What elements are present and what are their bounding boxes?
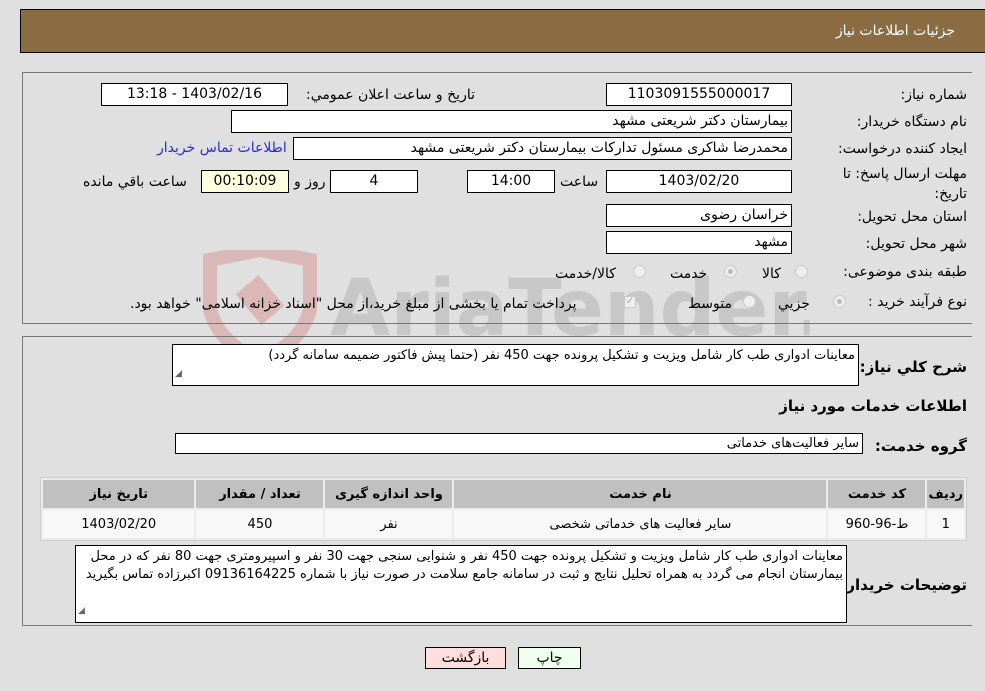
description-textarea[interactable]: معاینات ادواری طب کار شامل ویزیت و تشکیل… (172, 344, 859, 386)
page-header: جزئیات اطلاعات نیاز (20, 9, 985, 53)
city-field: مشهد (606, 231, 792, 254)
deadline-time-field: 14:00 (467, 170, 555, 193)
requester-field: محمدرضا شاکری مسئول تدارکات بیمارستان دک… (293, 137, 792, 160)
buyer-notes-textarea[interactable]: معاینات ادواری طب کار شامل ویزیت و تشکیل… (75, 545, 847, 623)
service-group-label: گروه خدمت: (874, 437, 967, 455)
cell-row-number: 1 (927, 510, 964, 538)
purchase-type-radio-medium[interactable] (743, 295, 756, 308)
category-radio-goods[interactable] (795, 265, 808, 278)
category-option-service: خدمت (670, 266, 708, 282)
deadline-label: مهلت ارسال پاسخ: تا تاریخ: (842, 166, 967, 202)
cell-service-name: سایر فعالیت های خدماتی شخصی (454, 510, 827, 538)
treasury-note: پرداخت تمام یا بخشی از مبلغ خرید،از محل … (130, 296, 577, 312)
cell-service-code: ط-96-960 (828, 510, 926, 538)
description-label: شرح کلي نیاز: (859, 358, 967, 376)
buyer-contact-link[interactable]: اطلاعات تماس خریدار (157, 140, 287, 156)
cell-quantity: 450 (196, 510, 324, 538)
table-header-row: ردیف کد خدمت نام خدمت واحد اندازه گیری ت… (43, 480, 964, 508)
category-label: طبقه بندی موضوعی: (843, 264, 967, 280)
resize-grip-icon[interactable]: ◢ (78, 602, 85, 620)
col-header-row-number: ردیف (927, 480, 964, 508)
need-number-field: 1103091555000017 (606, 83, 792, 106)
buyer-notes-text: معاینات ادواری طب کار شامل ویزیت و تشکیل… (85, 549, 843, 582)
requester-label: ایجاد کننده درخواست: (838, 141, 967, 157)
col-header-quantity: تعداد / مقدار (196, 480, 324, 508)
back-button[interactable]: بازگشت (425, 647, 506, 669)
province-field: خراسان رضوی (606, 204, 792, 227)
time-remaining-field: 00:10:09 (201, 170, 289, 193)
deadline-date-field: 1403/02/20 (606, 170, 792, 193)
purchase-type-option-minor: جزیي (778, 296, 810, 312)
deadline-time-label: ساعت (560, 174, 599, 190)
description-text: معاینات ادواری طب کار شامل ویزیت و تشکیل… (268, 348, 855, 363)
cell-need-date: 1403/02/20 (43, 510, 195, 538)
purchase-type-radio-minor[interactable] (833, 295, 846, 308)
province-label: استان محل تحویل: (857, 209, 967, 225)
category-option-goods: کالا (762, 266, 781, 282)
announce-datetime-field: 1403/02/16 - 13:18 (101, 83, 288, 106)
resize-grip-icon[interactable]: ◢ (175, 365, 182, 383)
print-button[interactable]: چاپ (518, 647, 581, 669)
days-label: روز و (294, 174, 326, 190)
col-header-unit: واحد اندازه گیری (325, 480, 453, 508)
time-remaining-label: ساعت باقي مانده (83, 174, 187, 190)
need-number-label: شماره نیاز: (900, 87, 968, 103)
purchase-type-option-medium: متوسط (688, 296, 732, 312)
col-header-service-name: نام خدمت (454, 480, 827, 508)
category-radio-goods-service[interactable] (633, 265, 646, 278)
treasury-checkbox[interactable]: ✓ (624, 296, 636, 308)
cell-unit: نفر (325, 510, 453, 538)
days-remaining-field: 4 (330, 170, 418, 193)
col-header-service-code: کد خدمت (828, 480, 926, 508)
buyer-org-field: بیمارستان دکتر شریعتی مشهد (231, 110, 792, 133)
purchase-type-label: نوع فرآیند خرید : (868, 294, 967, 310)
city-label: شهر محل تحویل: (865, 236, 967, 252)
category-option-goods-service: کالا/خدمت (555, 266, 616, 282)
service-group-field: سایر فعالیت‌های خدماتی (175, 433, 863, 454)
table-row: 1 ط-96-960 سایر فعالیت های خدماتی شخصی ن… (43, 510, 964, 538)
announce-datetime-label: تاریخ و ساعت اعلان عمومي: (306, 87, 475, 103)
buyer-org-label: نام دستگاه خریدار: (856, 114, 967, 130)
page-title: جزئیات اطلاعات نیاز (835, 23, 955, 39)
services-section-title: اطلاعات خدمات مورد نیاز (779, 397, 967, 415)
col-header-need-date: تاریخ نیاز (43, 480, 195, 508)
category-radio-service[interactable] (724, 265, 737, 278)
buyer-notes-label: توضیحات خریدار: (840, 576, 967, 594)
services-table: ردیف کد خدمت نام خدمت واحد اندازه گیری ت… (40, 477, 967, 541)
